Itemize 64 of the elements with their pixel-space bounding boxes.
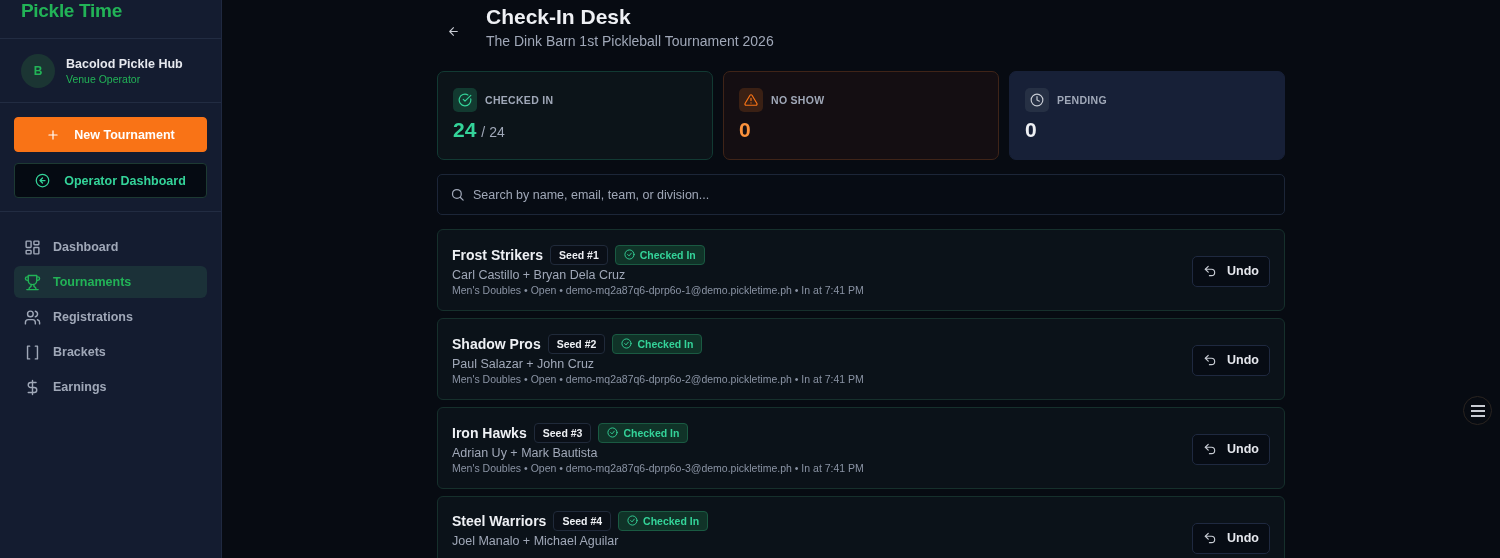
- stat-label: CHECKED IN: [485, 94, 554, 106]
- check-circle-icon: [607, 427, 619, 438]
- seed-tag: Seed #3: [533, 422, 592, 443]
- page-title: Check-In Desk: [486, 5, 632, 29]
- profile-name: Bacolod Pickle Hub: [66, 57, 183, 71]
- team-name: Steel Warriors: [452, 512, 547, 529]
- check-circle-icon: [621, 338, 633, 349]
- avatar: B: [21, 54, 55, 88]
- menu-icon: [1469, 403, 1486, 418]
- stat-total: / 24: [481, 124, 505, 140]
- page-subtitle: The Dink Barn 1st Pickleball Tournament 2026: [486, 33, 774, 49]
- seed-tag: Seed #1: [550, 244, 608, 265]
- player-names: Adrian Uy + Mark Bautista: [452, 445, 599, 460]
- warning-triangle-icon: [744, 93, 758, 107]
- player-names: Carl Castillo + Bryan Dela Cruz: [452, 267, 627, 282]
- undo-icon: [1203, 531, 1218, 545]
- team-name: Iron Hawks: [452, 424, 527, 441]
- status-tag: Checked In: [614, 244, 705, 265]
- undo-icon: [1203, 264, 1218, 278]
- team-name: Shadow Pros: [452, 335, 541, 352]
- check-circle-icon: [623, 249, 635, 260]
- stat-label: PENDING: [1057, 94, 1107, 106]
- status-tag: Checked In: [598, 422, 689, 443]
- plus-icon: [46, 127, 61, 142]
- search-icon: [450, 187, 465, 202]
- stat-value: 0: [1025, 118, 1037, 142]
- status-tag: Checked In: [612, 333, 703, 354]
- search-field[interactable]: Search by name, email, team, or division...: [437, 174, 1285, 215]
- undo-button[interactable]: Undo: [1192, 522, 1270, 554]
- dashboard-button[interactable]: Operator Dashboard: [14, 163, 207, 198]
- dashboard-grid-icon: [24, 238, 41, 256]
- app-logo: Pickle Time: [0, 0, 221, 39]
- registration-details: Men's Doubles • Open • demo-mq2a87q6-dprp6o-3@demo.pickletime.ph • In at 7:41 PM: [452, 461, 864, 474]
- undo-icon: [1203, 442, 1218, 456]
- seed-tag: Seed #4: [553, 510, 612, 531]
- undo-icon: [1203, 353, 1218, 367]
- check-circle-icon: [458, 93, 472, 107]
- back-arrow-icon: [447, 25, 460, 38]
- nav-item[interactable]: Tournaments: [14, 266, 207, 298]
- registration-details: Men's Doubles • Open • demo-mq2a87q6-dprp6o-1@demo.pickletime.ph • In at 7:41 PM: [452, 283, 864, 296]
- clock-icon: [1030, 93, 1044, 107]
- nav-item[interactable]: Dashboard: [14, 231, 207, 263]
- undo-button[interactable]: Undo: [1192, 344, 1270, 376]
- stat-value: 0: [739, 118, 751, 142]
- nav-item[interactable]: Brackets: [14, 336, 207, 368]
- brackets-icon: [24, 343, 41, 361]
- nav-item[interactable]: Earnings: [14, 371, 207, 403]
- undo-button[interactable]: Undo: [1192, 433, 1270, 465]
- users-icon: [24, 308, 41, 326]
- menu-button[interactable]: [1463, 396, 1492, 425]
- back-circle-icon: [35, 173, 51, 188]
- profile-role: Venue Operator: [66, 73, 142, 85]
- nav-item[interactable]: Registrations: [14, 301, 207, 333]
- trophy-icon: [24, 273, 41, 291]
- check-circle-icon: [627, 515, 639, 526]
- team-name: Frost Strikers: [452, 246, 544, 263]
- seed-tag: Seed #2: [547, 333, 606, 354]
- player-names: Paul Salazar + John Cruz: [452, 356, 596, 371]
- player-names: Joel Manalo + Michael Aguilar: [452, 533, 620, 548]
- stat-value: 24: [453, 118, 477, 142]
- stat-label: NO SHOW: [771, 94, 825, 106]
- status-tag: Checked In: [618, 510, 709, 531]
- undo-button[interactable]: Undo: [1192, 255, 1270, 287]
- registration-details: Men's Doubles • Open • demo-mq2a87q6-dprp6o-2@demo.pickletime.ph • In at 7:41 PM: [452, 372, 864, 385]
